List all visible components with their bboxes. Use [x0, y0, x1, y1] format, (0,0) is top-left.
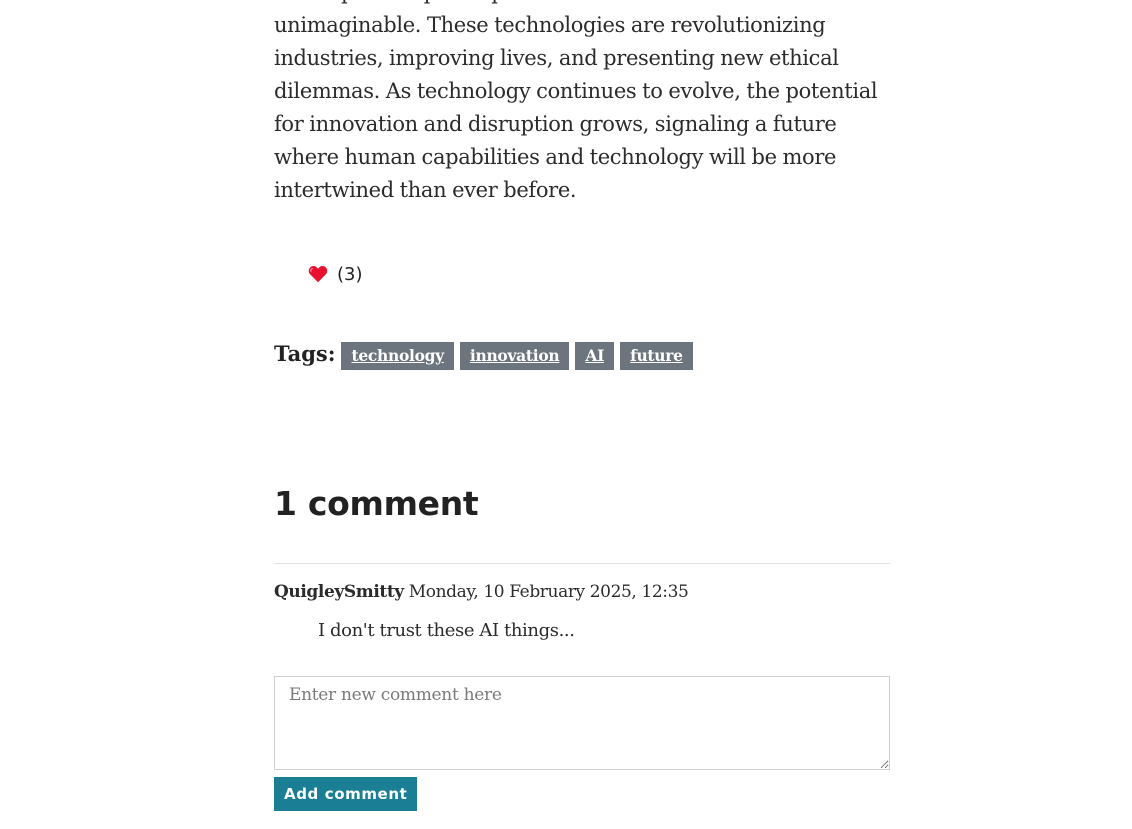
article-paragraph: have opened up new possibilities that we…	[274, 0, 878, 202]
add-comment-button[interactable]: Add comment	[274, 777, 418, 811]
new-comment-input[interactable]	[274, 676, 890, 770]
tag-innovation[interactable]: innovation	[459, 342, 570, 370]
like-count: (3)	[337, 263, 363, 285]
like-widget: (3)	[308, 262, 363, 286]
tags-label: Tags:	[274, 340, 336, 366]
tags-row: Tags: technology innovation AI future	[274, 340, 699, 370]
comment-author: QuigleySmitty	[274, 582, 404, 602]
comments-heading: 1 comment	[274, 484, 479, 523]
tag-ai[interactable]: AI	[575, 342, 615, 370]
heart-icon[interactable]	[308, 265, 328, 283]
comment-date: Monday, 10 February 2025, 12:35	[408, 582, 689, 602]
comment-meta: QuigleySmitty Monday, 10 February 2025, …	[274, 582, 689, 602]
tag-technology[interactable]: technology	[341, 342, 454, 370]
comments-divider	[274, 563, 890, 564]
tag-future[interactable]: future	[620, 342, 693, 370]
comment-text: I don't trust these AI things...	[318, 620, 575, 641]
